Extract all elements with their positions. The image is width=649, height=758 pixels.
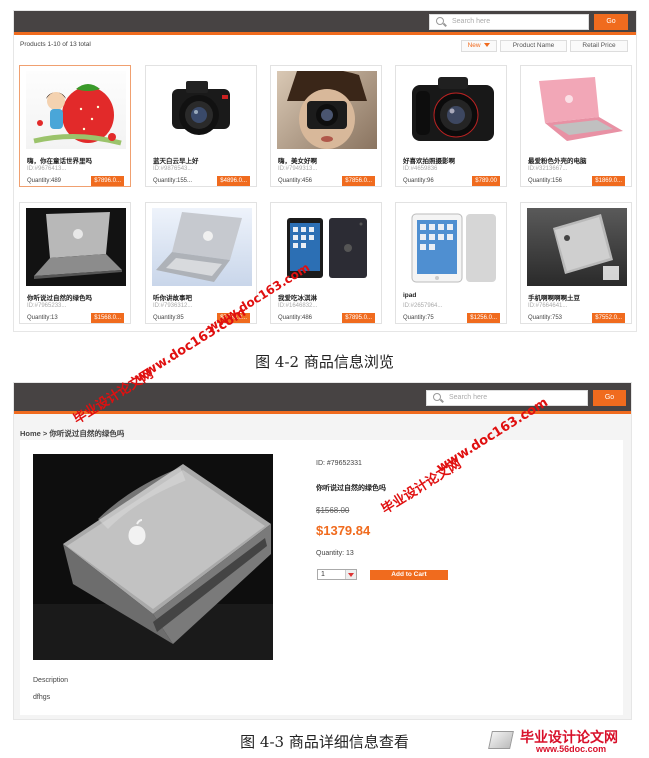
- sort-name-button[interactable]: Product Name: [500, 40, 567, 52]
- product-id: ID:#9876543...: [153, 166, 193, 172]
- price-badge: $1568.0...: [91, 313, 124, 323]
- footer-watermark-logo: 毕业设计论文网 www.56doc.com: [486, 727, 646, 755]
- price-badge: $7896.0...: [91, 176, 124, 186]
- product-detail-panel: ID: #79652331 你听说过自然的绿色吗 $1568.00 $1379.…: [20, 440, 623, 715]
- product-card[interactable]: 你听说过自然的绿色吗 ID:#7965233... Quantity:13 $1…: [19, 202, 131, 324]
- product-title: 你听说过自然的绿色吗: [316, 485, 386, 492]
- product-image: [527, 71, 627, 149]
- price-badge: $1869.0...: [592, 176, 625, 186]
- product-card[interactable]: 我爱吃冰淇淋 ID:#1646832... Quantity:486 $7895…: [270, 202, 382, 324]
- product-name[interactable]: 听你讲故事吧: [153, 292, 192, 302]
- product-name[interactable]: 嗨，美女好啊: [278, 155, 317, 165]
- product-quantity: Quantity:456: [278, 178, 313, 184]
- description-text: dfhgs: [33, 694, 51, 701]
- product-image: [152, 71, 252, 149]
- product-list-screenshot: Search here Go Products 1-10 of 13 total…: [13, 10, 637, 332]
- product-name[interactable]: 你听说过自然的绿色吗: [27, 292, 92, 302]
- product-id: ID:#4659836: [403, 166, 438, 172]
- product-quantity: Quantity:489: [27, 178, 62, 184]
- price-badge: $7552.0...: [592, 313, 625, 323]
- product-card[interactable]: 嗨，美女好啊 ID:#7949313... Quantity:456 $7856…: [270, 65, 382, 187]
- product-image: [402, 71, 502, 149]
- add-to-cart-button[interactable]: Add to Cart: [370, 570, 448, 580]
- sale-price: $1379.84: [316, 523, 371, 538]
- product-quantity: Quantity:13: [27, 315, 58, 321]
- product-id: ID:#3213667...: [528, 166, 568, 172]
- product-quantity: Quantity:96: [403, 178, 434, 184]
- product-image: [277, 71, 377, 149]
- price-badge: $7856.0...: [342, 176, 375, 186]
- stock-quantity: Quantity: 13: [316, 550, 354, 557]
- original-price: $1568.00: [316, 506, 350, 515]
- product-quantity: Quantity:156: [528, 178, 563, 184]
- search-icon: [433, 393, 441, 401]
- go-button[interactable]: Go: [594, 14, 628, 30]
- product-image: [26, 208, 126, 286]
- breadcrumb[interactable]: Home > 你听说过自然的绿色吗: [20, 428, 124, 439]
- figure-caption-4-2: 图 4-2 商品信息浏览: [255, 353, 394, 371]
- product-main-image: [33, 454, 273, 660]
- product-name[interactable]: 蓝天白云早上好: [153, 155, 199, 165]
- product-name[interactable]: 手机啊啊啊啊土豆: [528, 292, 580, 302]
- product-image: [152, 208, 252, 286]
- product-quantity: Quantity:75: [403, 315, 434, 321]
- product-image: [527, 208, 627, 286]
- product-quantity: Quantity:486: [278, 315, 313, 321]
- product-name[interactable]: ipad: [403, 292, 416, 299]
- product-quantity: Quantity:85: [153, 315, 184, 321]
- chevron-down-icon: [484, 43, 491, 48]
- product-id: ID: #79652331: [316, 460, 362, 467]
- price-badge: $4896.0...: [217, 176, 250, 186]
- price-badge: $7895.0...: [342, 313, 375, 323]
- search-icon: [436, 17, 444, 25]
- product-card[interactable]: 嗨，你在童话世界里吗 ID:#9676413... Quantity:489 $…: [19, 65, 131, 187]
- price-badge: $789.00: [472, 176, 500, 186]
- product-image: [26, 71, 126, 149]
- product-card[interactable]: 最爱粉色外壳的电脑 ID:#3213667... Quantity:156 $1…: [520, 65, 632, 187]
- product-name[interactable]: 最爱粉色外壳的电脑: [528, 155, 587, 165]
- list-summary: Products 1-10 of 13 total: [20, 41, 91, 48]
- product-quantity: Quantity:753: [528, 315, 563, 321]
- product-id: ID:#7965233...: [27, 303, 67, 309]
- product-id: ID:#7936312...: [153, 303, 193, 309]
- product-id: ID:#7664641...: [528, 303, 568, 309]
- quantity-select[interactable]: 1: [317, 569, 357, 580]
- product-id: ID:#1646832...: [278, 303, 318, 309]
- search-input[interactable]: Search here: [426, 390, 588, 406]
- product-name[interactable]: 嗨，你在童话世界里吗: [27, 155, 92, 165]
- sort-new-button[interactable]: New: [461, 40, 497, 52]
- product-name[interactable]: 我爱吃冰淇淋: [278, 292, 317, 302]
- product-card[interactable]: 蓝天白云早上好 ID:#9876543... Quantity:155... $…: [145, 65, 257, 187]
- header-bar: Search here Go: [14, 11, 636, 35]
- product-card[interactable]: ipad ID:#2657964... Quantity:75 $1256.0.…: [395, 202, 507, 324]
- sort-price-button[interactable]: Retail Price: [570, 40, 628, 52]
- product-id: ID:#7949313...: [278, 166, 318, 172]
- product-image: [402, 208, 502, 286]
- product-quantity: Quantity:155...: [153, 178, 193, 184]
- product-card[interactable]: 好喜欢拍照摄影啊 ID:#4659836 Quantity:96 $789.00: [395, 65, 507, 187]
- product-detail-screenshot: Search here Go Home > 你听说过自然的绿色吗 ID: #79…: [13, 382, 632, 720]
- dropdown-arrow-icon: [345, 570, 356, 579]
- search-input[interactable]: Search here: [429, 14, 589, 30]
- go-button[interactable]: Go: [593, 390, 626, 406]
- price-badge: $1256.0...: [467, 313, 500, 323]
- product-name[interactable]: 好喜欢拍照摄影啊: [403, 155, 455, 165]
- description-label: Description: [33, 677, 69, 684]
- logo-icon: [488, 731, 514, 749]
- product-id: ID:#9676413...: [27, 166, 67, 172]
- product-card[interactable]: 手机啊啊啊啊土豆 ID:#7664641... Quantity:753 $75…: [520, 202, 632, 324]
- product-id: ID:#2657964...: [403, 303, 443, 309]
